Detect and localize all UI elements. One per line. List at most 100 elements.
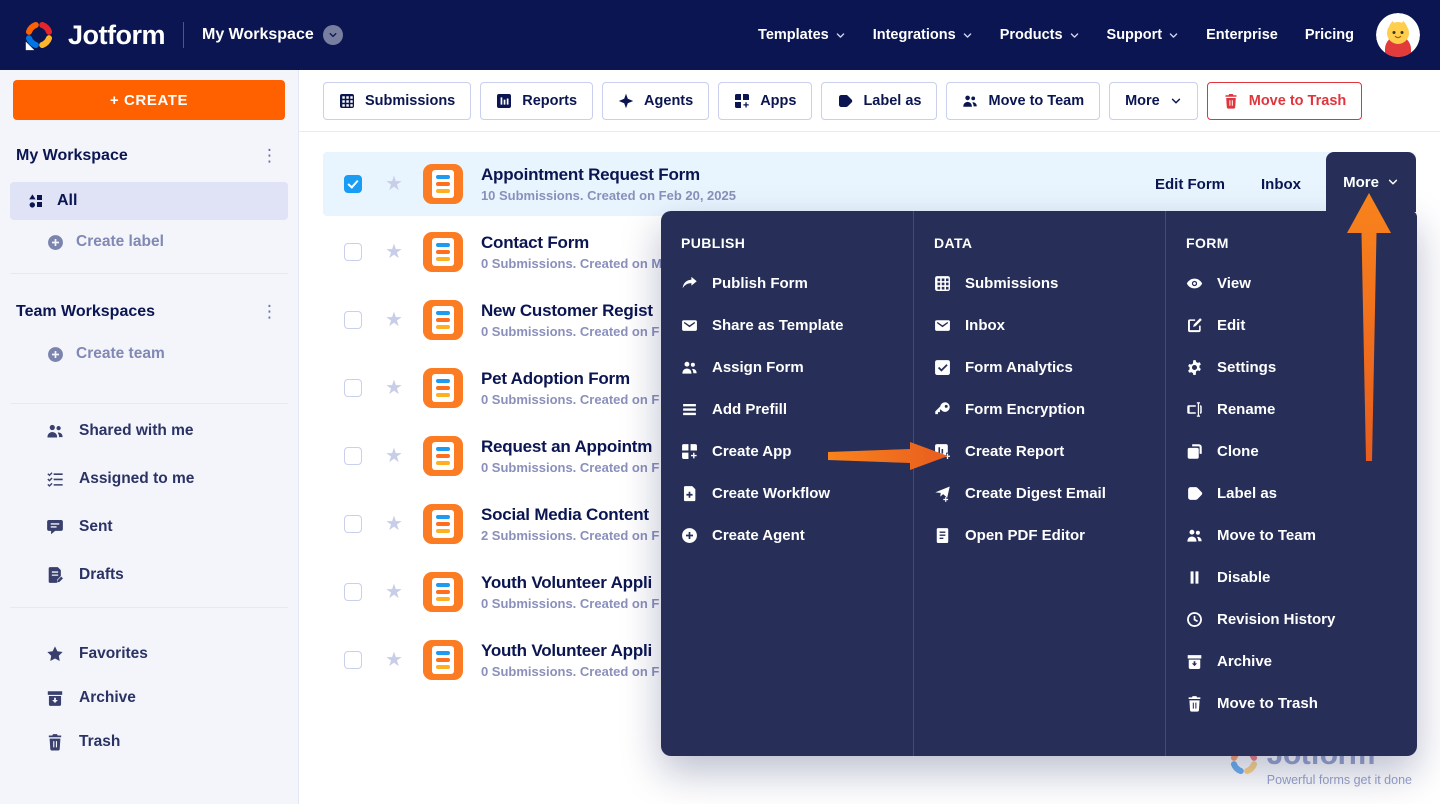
menu-item-disable[interactable]: Disable — [1186, 556, 1417, 598]
row-checkbox[interactable] — [344, 583, 362, 601]
sidebar-nav-group: Shared with me Assigned to me Sent Draft… — [0, 404, 298, 599]
form-thumbnail[interactable] — [422, 572, 463, 612]
jotform-logo[interactable]: Jotform — [22, 18, 166, 52]
mail-icon — [934, 317, 951, 334]
menu-item-create-agent[interactable]: Create Agent — [681, 514, 913, 556]
workspace-switcher[interactable]: My Workspace — [202, 25, 343, 45]
form-thumbnail[interactable] — [422, 164, 463, 204]
menu-item-submissions[interactable]: Submissions — [934, 262, 1165, 304]
menu-item-label: Label as — [1217, 484, 1278, 502]
menu-item-rename[interactable]: Rename — [1186, 388, 1417, 430]
row-checkbox[interactable] — [344, 175, 362, 193]
menu-item-create-app[interactable]: Create App — [681, 430, 913, 472]
user-avatar[interactable] — [1376, 13, 1420, 57]
menu-item-revision-history[interactable]: Revision History — [1186, 598, 1417, 640]
move-to-team-button[interactable]: Move to Team — [946, 82, 1101, 120]
menu-item-archive[interactable]: Archive — [1186, 640, 1417, 682]
create-button[interactable]: + CREATE — [13, 80, 285, 120]
menu-item-move-to-trash[interactable]: Move to Trash — [1186, 682, 1417, 724]
sidebar-item-drafts[interactable]: Drafts — [0, 551, 298, 599]
star-icon[interactable]: ★ — [385, 174, 403, 194]
sidebar-item-label: Create label — [76, 233, 164, 250]
menu-item-publish-form[interactable]: Publish Form — [681, 262, 913, 304]
menu-item-open-pdf-editor[interactable]: Open PDF Editor — [934, 514, 1165, 556]
sidebar-item-favorites[interactable]: Favorites — [0, 632, 298, 676]
menu-item-move-to-team[interactable]: Move to Team — [1186, 514, 1417, 556]
star-icon[interactable]: ★ — [385, 242, 403, 262]
key-icon — [934, 401, 951, 418]
sidebar-item-all[interactable]: All — [10, 182, 288, 220]
star-icon[interactable]: ★ — [385, 650, 403, 670]
nav-link-label: Templates — [758, 27, 829, 43]
row-more-button-open[interactable]: More — [1326, 152, 1416, 212]
form-thumbnail[interactable] — [422, 232, 463, 272]
row-checkbox[interactable] — [344, 515, 362, 533]
sidebar-item-sent[interactable]: Sent — [0, 503, 298, 551]
menu-column-data: DATA Submissions Inbox Form Analytics Fo… — [913, 211, 1165, 756]
agents-button[interactable]: Agents — [602, 82, 710, 120]
row-checkbox[interactable] — [344, 243, 362, 261]
kebab-menu-icon[interactable]: ⋮ — [261, 147, 278, 164]
avatar-image — [1376, 13, 1420, 57]
trash-icon — [46, 733, 64, 751]
apps-button[interactable]: Apps — [718, 82, 813, 120]
sidebar-item-assigned-to-me[interactable]: Assigned to me — [0, 455, 298, 503]
row-checkbox[interactable] — [344, 651, 362, 669]
star-icon[interactable]: ★ — [385, 378, 403, 398]
sidebar-item-trash[interactable]: Trash — [0, 720, 298, 764]
submissions-button[interactable]: Submissions — [323, 82, 472, 120]
menu-item-settings[interactable]: Settings — [1186, 346, 1417, 388]
row-checkbox[interactable] — [344, 379, 362, 397]
menu-item-form-encryption[interactable]: Form Encryption — [934, 388, 1165, 430]
inbox-action[interactable]: Inbox — [1261, 152, 1301, 216]
sparkle-icon — [618, 93, 634, 109]
star-icon[interactable]: ★ — [385, 514, 403, 534]
menu-item-view[interactable]: View — [1186, 262, 1417, 304]
sidebar-item-archive[interactable]: Archive — [0, 676, 298, 720]
star-icon[interactable]: ★ — [385, 582, 403, 602]
sidebar-item-create-team[interactable]: Create team — [0, 345, 298, 363]
edit-form-action[interactable]: Edit Form — [1155, 152, 1225, 216]
row-checkbox[interactable] — [344, 311, 362, 329]
form-thumbnail[interactable] — [422, 368, 463, 408]
move-to-trash-button[interactable]: Move to Trash — [1206, 82, 1363, 120]
star-icon[interactable]: ★ — [385, 310, 403, 330]
reports-button[interactable]: Reports — [480, 82, 594, 120]
nav-link-pricing[interactable]: Pricing — [1305, 27, 1354, 43]
workspace-chevron-badge[interactable] — [322, 25, 343, 45]
form-thumbnail[interactable] — [422, 436, 463, 476]
sidebar-item-shared-with-me[interactable]: Shared with me — [0, 407, 298, 455]
menu-item-create-digest-email[interactable]: Create Digest Email — [934, 472, 1165, 514]
form-row-appointment-request[interactable]: ★ Appointment Request Form 10 Submission… — [323, 152, 1416, 216]
form-thumbnail[interactable] — [422, 504, 463, 544]
menu-item-clone[interactable]: Clone — [1186, 430, 1417, 472]
nav-link-templates[interactable]: Templates — [758, 27, 846, 43]
menu-item-label-as[interactable]: Label as — [1186, 472, 1417, 514]
nav-link-label: Support — [1106, 27, 1163, 43]
sidebar-item-label: Sent — [79, 518, 113, 535]
nav-link-integrations[interactable]: Integrations — [873, 27, 973, 43]
nav-link-products[interactable]: Products — [1000, 27, 1080, 43]
menu-item-inbox[interactable]: Inbox — [934, 304, 1165, 346]
grid-icon — [339, 93, 355, 109]
form-thumbnail[interactable] — [422, 640, 463, 680]
nav-link-support[interactable]: Support — [1107, 27, 1180, 43]
menu-item-form-analytics[interactable]: Form Analytics — [934, 346, 1165, 388]
label-as-button[interactable]: Label as — [821, 82, 938, 120]
star-icon[interactable]: ★ — [385, 446, 403, 466]
kebab-menu-icon[interactable]: ⋮ — [261, 303, 278, 320]
nav-link-enterprise[interactable]: Enterprise — [1206, 27, 1278, 43]
menu-item-share-as-template[interactable]: Share as Template — [681, 304, 913, 346]
menu-item-create-workflow[interactable]: Create Workflow — [681, 472, 913, 514]
menu-item-edit[interactable]: Edit — [1186, 304, 1417, 346]
sidebar-item-create-label[interactable]: Create label — [0, 233, 298, 251]
history-icon — [1186, 611, 1203, 628]
sidebar-item-label: Archive — [79, 689, 136, 706]
menu-item-assign-form[interactable]: Assign Form — [681, 346, 913, 388]
menu-item-add-prefill[interactable]: Add Prefill — [681, 388, 913, 430]
form-thumbnail[interactable] — [422, 300, 463, 340]
row-checkbox[interactable] — [344, 447, 362, 465]
more-button[interactable]: More — [1109, 82, 1198, 120]
menu-item-create-report[interactable]: Create Report — [934, 430, 1165, 472]
my-workspace-section-header: My Workspace ⋮ — [0, 120, 298, 165]
